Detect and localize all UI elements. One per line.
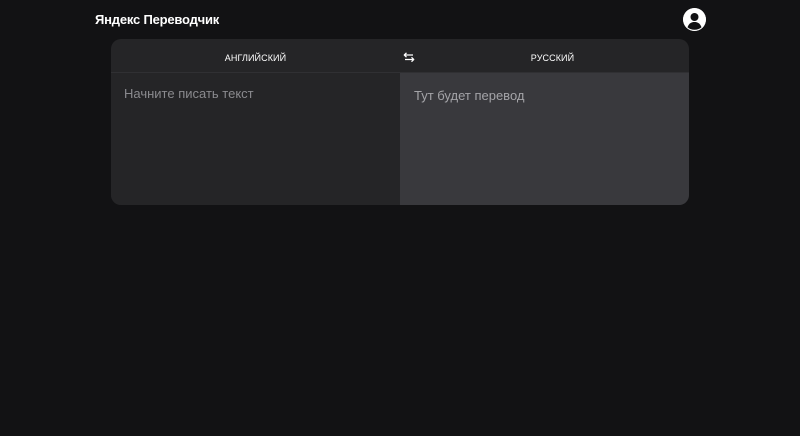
translator-card: АНГЛИЙСКИЙ РУССКИЙ Тут будет перевод	[111, 39, 689, 205]
header: Яндекс Переводчик	[0, 0, 800, 40]
language-bar: АНГЛИЙСКИЙ РУССКИЙ	[111, 39, 689, 73]
user-avatar-icon[interactable]	[683, 8, 706, 31]
source-pane	[111, 73, 400, 205]
target-language-selector[interactable]: РУССКИЙ	[408, 39, 689, 73]
translation-pane: Тут будет перевод	[400, 73, 689, 205]
source-language-selector[interactable]: АНГЛИЙСКИЙ	[111, 39, 400, 73]
logo[interactable]: Яндекс Переводчик	[95, 12, 219, 27]
page: Яндекс Переводчик АНГЛИЙСКИЙ РУССКИЙ Нач…	[0, 0, 800, 436]
translation-placeholder: Тут будет перевод	[414, 88, 525, 103]
source-text-input[interactable]	[124, 86, 389, 196]
